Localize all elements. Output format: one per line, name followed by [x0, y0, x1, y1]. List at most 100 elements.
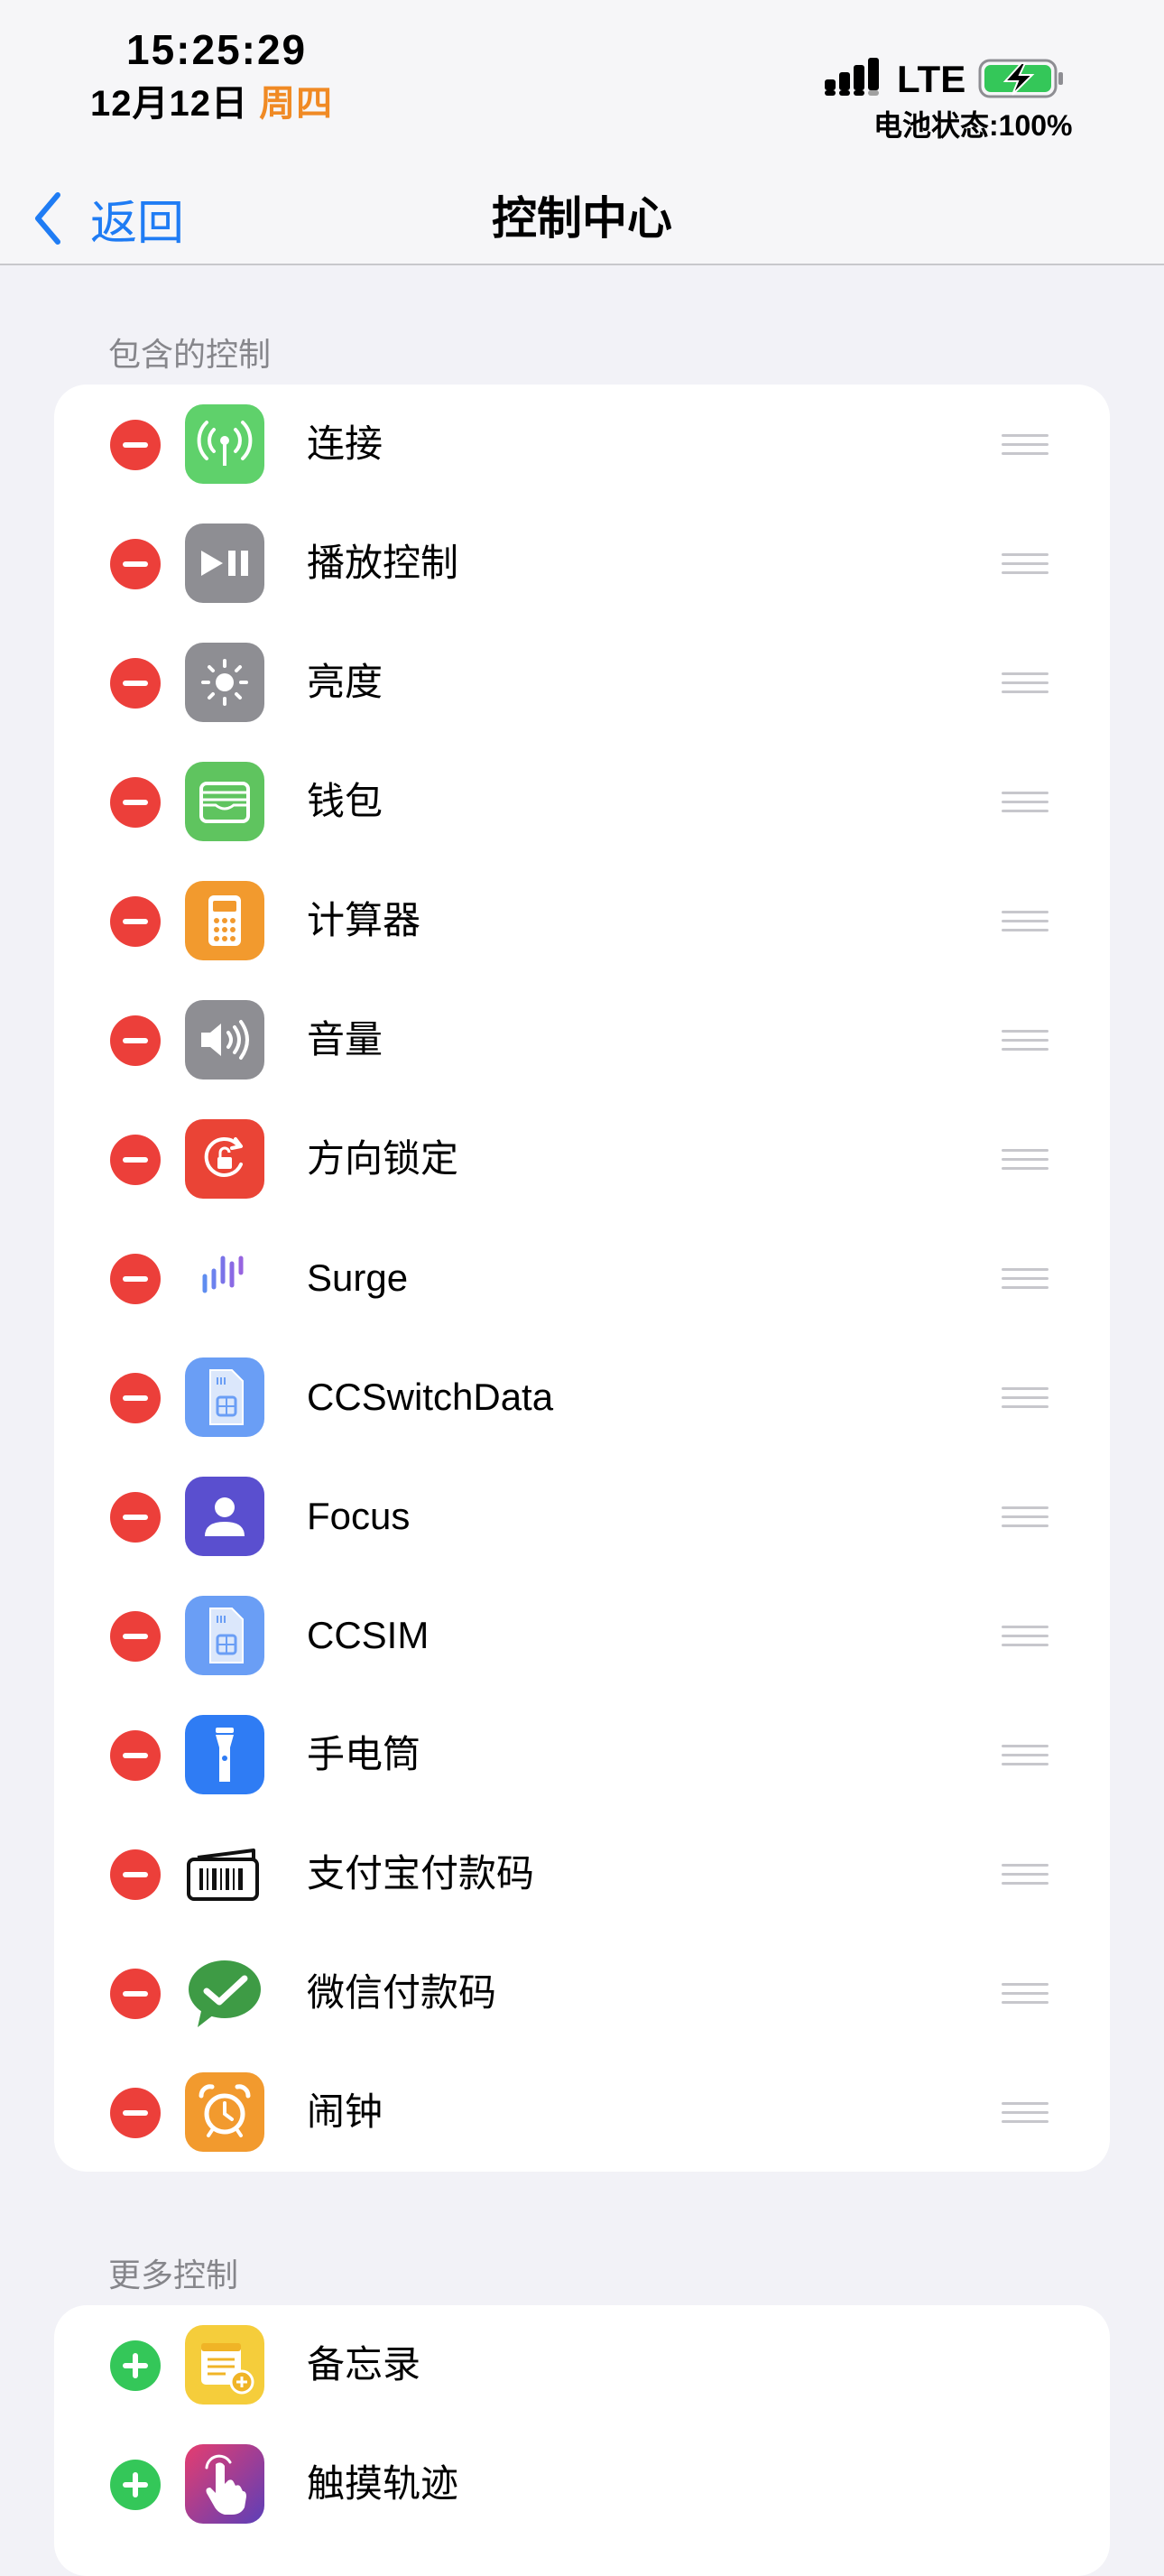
control-row-notes: 备忘录	[54, 2305, 1110, 2424]
reorder-handle[interactable]	[1002, 2102, 1049, 2124]
control-row-touch-trail: 触摸轨迹	[54, 2424, 1110, 2544]
notes-icon	[185, 2325, 264, 2405]
control-label: Focus	[307, 1495, 411, 1537]
status-bar: 15:25:29 12月12日 周四 LTE 电池状态:100%	[0, 0, 1164, 171]
control-row-orientation-lock: 方向锁定	[54, 1099, 1110, 1219]
control-row-playback: 播放控制	[54, 504, 1110, 623]
reorder-handle[interactable]	[1002, 1387, 1049, 1409]
control-row-wechat-pay: 微信付款码	[54, 1933, 1110, 2052]
control-row-ccsim: CCSIM	[54, 1576, 1110, 1695]
control-label: 触摸轨迹	[307, 2462, 459, 2505]
remove-button[interactable]	[110, 420, 161, 470]
control-label: 闹钟	[307, 2090, 383, 2133]
control-label: 方向锁定	[307, 1137, 459, 1180]
control-row-calculator: 计算器	[54, 861, 1110, 980]
sim-card-icon	[185, 1596, 264, 1675]
control-row-wallet: 钱包	[54, 742, 1110, 861]
more-controls-header: 更多控制	[108, 2256, 239, 2293]
remove-button[interactable]	[110, 1849, 161, 1900]
status-date: 12月12日 周四	[90, 74, 333, 126]
control-row-focus: Focus	[54, 1457, 1110, 1576]
remove-button[interactable]	[110, 539, 161, 589]
reorder-handle[interactable]	[1002, 1983, 1049, 2005]
network-type: LTE	[897, 58, 966, 100]
remove-button[interactable]	[110, 1254, 161, 1304]
reorder-handle[interactable]	[1002, 1864, 1049, 1886]
control-label: 亮度	[307, 661, 383, 703]
status-time: 15:25:29	[126, 26, 308, 73]
reorder-handle[interactable]	[1002, 434, 1049, 456]
remove-button[interactable]	[110, 896, 161, 947]
battery-status-text: 电池状态:100%	[873, 109, 1073, 142]
included-controls-header: 包含的控制	[108, 336, 272, 373]
included-controls-list: 连接 播放控制 亮度 钱包 计算器 音量 方向锁定 Surge CCSwitch…	[54, 385, 1110, 2172]
reorder-handle[interactable]	[1002, 1268, 1049, 1290]
control-label: 微信付款码	[307, 1971, 497, 2014]
reorder-handle[interactable]	[1002, 553, 1049, 575]
back-label: 返回	[90, 197, 185, 250]
control-label: CCSIM	[307, 1614, 430, 1656]
control-label: Surge	[307, 1256, 409, 1299]
wallet-icon	[185, 762, 264, 841]
wechat-pay-icon	[185, 1953, 264, 2033]
sun-icon	[185, 643, 264, 722]
speaker-icon	[185, 1000, 264, 1080]
add-button[interactable]	[110, 2340, 161, 2391]
sim-card-icon	[185, 1357, 264, 1437]
remove-button[interactable]	[110, 777, 161, 828]
control-row-brightness: 亮度	[54, 623, 1110, 742]
remove-button[interactable]	[110, 1373, 161, 1423]
battery-charging-icon	[978, 59, 1063, 98]
surge-wave-icon	[185, 1238, 264, 1318]
cellular-signal-icon	[825, 58, 879, 96]
play-pause-icon	[185, 524, 264, 603]
control-label: 播放控制	[307, 542, 459, 584]
reorder-handle[interactable]	[1002, 1149, 1049, 1171]
control-label: 支付宝付款码	[307, 1852, 535, 1895]
remove-button[interactable]	[110, 1015, 161, 1066]
more-controls-list: 备忘录 触摸轨迹	[54, 2305, 1110, 2576]
control-row-alipay: 支付宝付款码	[54, 1814, 1110, 1933]
reorder-handle[interactable]	[1002, 1506, 1049, 1528]
control-label: 钱包	[307, 780, 383, 822]
control-label: 备忘录	[307, 2343, 421, 2386]
weekday-text: 周四	[259, 84, 334, 124]
control-row-flashlight: 手电筒	[54, 1695, 1110, 1814]
reorder-handle[interactable]	[1002, 911, 1049, 932]
chevron-left-icon	[35, 192, 60, 245]
antenna-icon	[185, 404, 264, 484]
control-label: CCSwitchData	[307, 1376, 554, 1418]
navigation-bar: 控制中心 返回	[0, 171, 1164, 265]
person-icon	[185, 1477, 264, 1556]
control-row-surge: Surge	[54, 1219, 1110, 1338]
control-label: 音量	[307, 1018, 383, 1061]
control-label: 连接	[307, 422, 383, 465]
back-button[interactable]: 返回	[32, 171, 184, 265]
remove-button[interactable]	[110, 1611, 161, 1662]
add-button[interactable]	[110, 2460, 161, 2510]
control-row-alarm: 闹钟	[54, 2052, 1110, 2172]
touch-hand-icon	[185, 2444, 264, 2524]
reorder-handle[interactable]	[1002, 792, 1049, 813]
control-row-connectivity: 连接	[54, 385, 1110, 504]
rotation-lock-icon	[185, 1119, 264, 1199]
control-label: 计算器	[307, 899, 421, 941]
remove-button[interactable]	[110, 2088, 161, 2138]
remove-button[interactable]	[110, 1730, 161, 1781]
control-row-ccswitchdata: CCSwitchData	[54, 1338, 1110, 1457]
control-row-volume: 音量	[54, 980, 1110, 1099]
date-text: 12月12日	[90, 84, 248, 124]
reorder-handle[interactable]	[1002, 1030, 1049, 1052]
reorder-handle[interactable]	[1002, 1745, 1049, 1766]
remove-button[interactable]	[110, 1492, 161, 1543]
remove-button[interactable]	[110, 1135, 161, 1185]
calculator-icon	[185, 881, 264, 960]
barcode-icon	[185, 1834, 264, 1913]
control-label: 手电筒	[307, 1733, 421, 1775]
remove-button[interactable]	[110, 658, 161, 709]
alarm-clock-icon	[185, 2072, 264, 2152]
reorder-handle[interactable]	[1002, 1626, 1049, 1647]
flashlight-icon	[185, 1715, 264, 1794]
remove-button[interactable]	[110, 1969, 161, 2019]
reorder-handle[interactable]	[1002, 672, 1049, 694]
